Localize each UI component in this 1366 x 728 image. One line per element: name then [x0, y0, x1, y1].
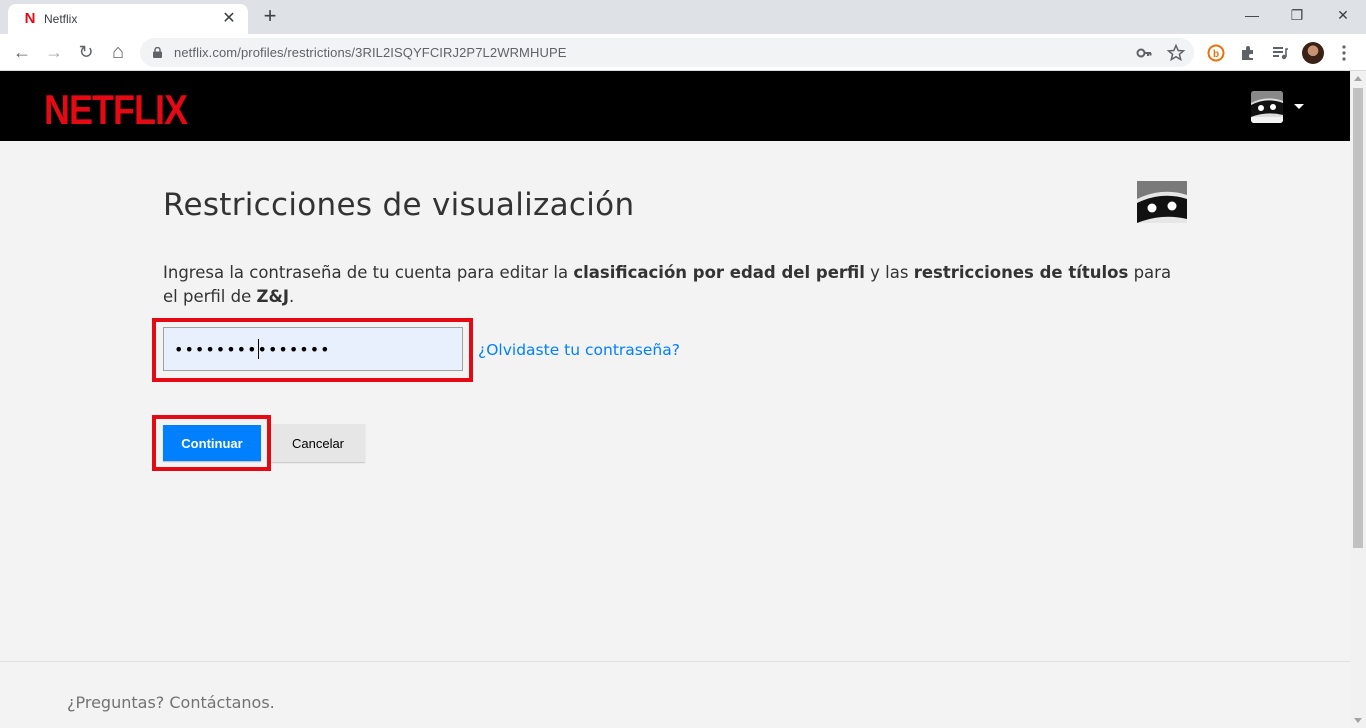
netflix-header: NETFLIX: [0, 71, 1350, 141]
netflix-logo[interactable]: NETFLIX: [44, 86, 188, 134]
star-icon[interactable]: [1166, 43, 1186, 63]
browser-tab[interactable]: N Netflix ✕: [8, 4, 248, 34]
forgot-password-link[interactable]: ¿Olvidaste tu contraseña?: [478, 341, 680, 359]
browser-profile-avatar[interactable]: [1302, 42, 1324, 64]
address-bar[interactable]: netflix.com/profiles/restrictions/3RIL2I…: [140, 38, 1194, 67]
back-button[interactable]: ←: [9, 39, 35, 65]
header-profile-avatar[interactable]: [1251, 91, 1283, 123]
profile-name: Z&J: [256, 287, 289, 306]
page-title: Restricciones de visualización: [163, 187, 635, 223]
svg-text:b: b: [1213, 49, 1219, 60]
profile-avatar: [1137, 181, 1187, 231]
instructions-text: Ingresa la contraseña de tu cuenta para …: [163, 263, 1172, 306]
scrollbar-thumb[interactable]: [1353, 88, 1363, 548]
cancel-button[interactable]: Cancelar: [271, 424, 365, 462]
puzzle-icon[interactable]: [1238, 43, 1258, 63]
new-tab-button[interactable]: +: [258, 5, 282, 29]
restore-button[interactable]: ❐: [1274, 0, 1320, 30]
media-icon[interactable]: [1270, 43, 1290, 63]
reload-button[interactable]: ↻: [73, 39, 99, 65]
tab-title: Netflix: [44, 12, 78, 26]
tab-close-icon[interactable]: ✕: [220, 10, 238, 28]
extension-b-icon[interactable]: b: [1206, 43, 1226, 63]
browser-toolbar: ← → ↻ ⌂ netflix.com/profiles/restriction…: [0, 34, 1366, 71]
lock-icon: [153, 47, 162, 58]
footer-divider: [0, 661, 1350, 662]
password-input[interactable]: [163, 327, 463, 371]
continue-button[interactable]: Continuar: [163, 425, 261, 461]
footer-contact-link[interactable]: ¿Preguntas? Contáctanos.: [67, 693, 275, 712]
profile-dropdown-caret-icon[interactable]: [1294, 104, 1304, 109]
key-icon[interactable]: [1134, 43, 1154, 63]
url-text[interactable]: netflix.com/profiles/restrictions/3RIL2I…: [174, 45, 567, 60]
tab-strip: N Netflix ✕ + — ❐ ✕: [0, 0, 1366, 34]
text-caret: [258, 339, 259, 359]
page-viewport: NETFLIX Restricciones de visualización I…: [0, 71, 1350, 728]
scroll-up-arrow-icon[interactable]: [1354, 76, 1362, 81]
menu-icon[interactable]: [1334, 43, 1354, 63]
home-button[interactable]: ⌂: [105, 39, 131, 65]
scroll-down-arrow-icon[interactable]: [1354, 718, 1362, 723]
minimize-button[interactable]: —: [1229, 0, 1275, 30]
netflix-favicon-icon: N: [24, 10, 36, 27]
page-scrollbar[interactable]: [1350, 71, 1366, 728]
close-window-button[interactable]: ✕: [1320, 0, 1366, 30]
forward-button[interactable]: →: [41, 39, 67, 65]
